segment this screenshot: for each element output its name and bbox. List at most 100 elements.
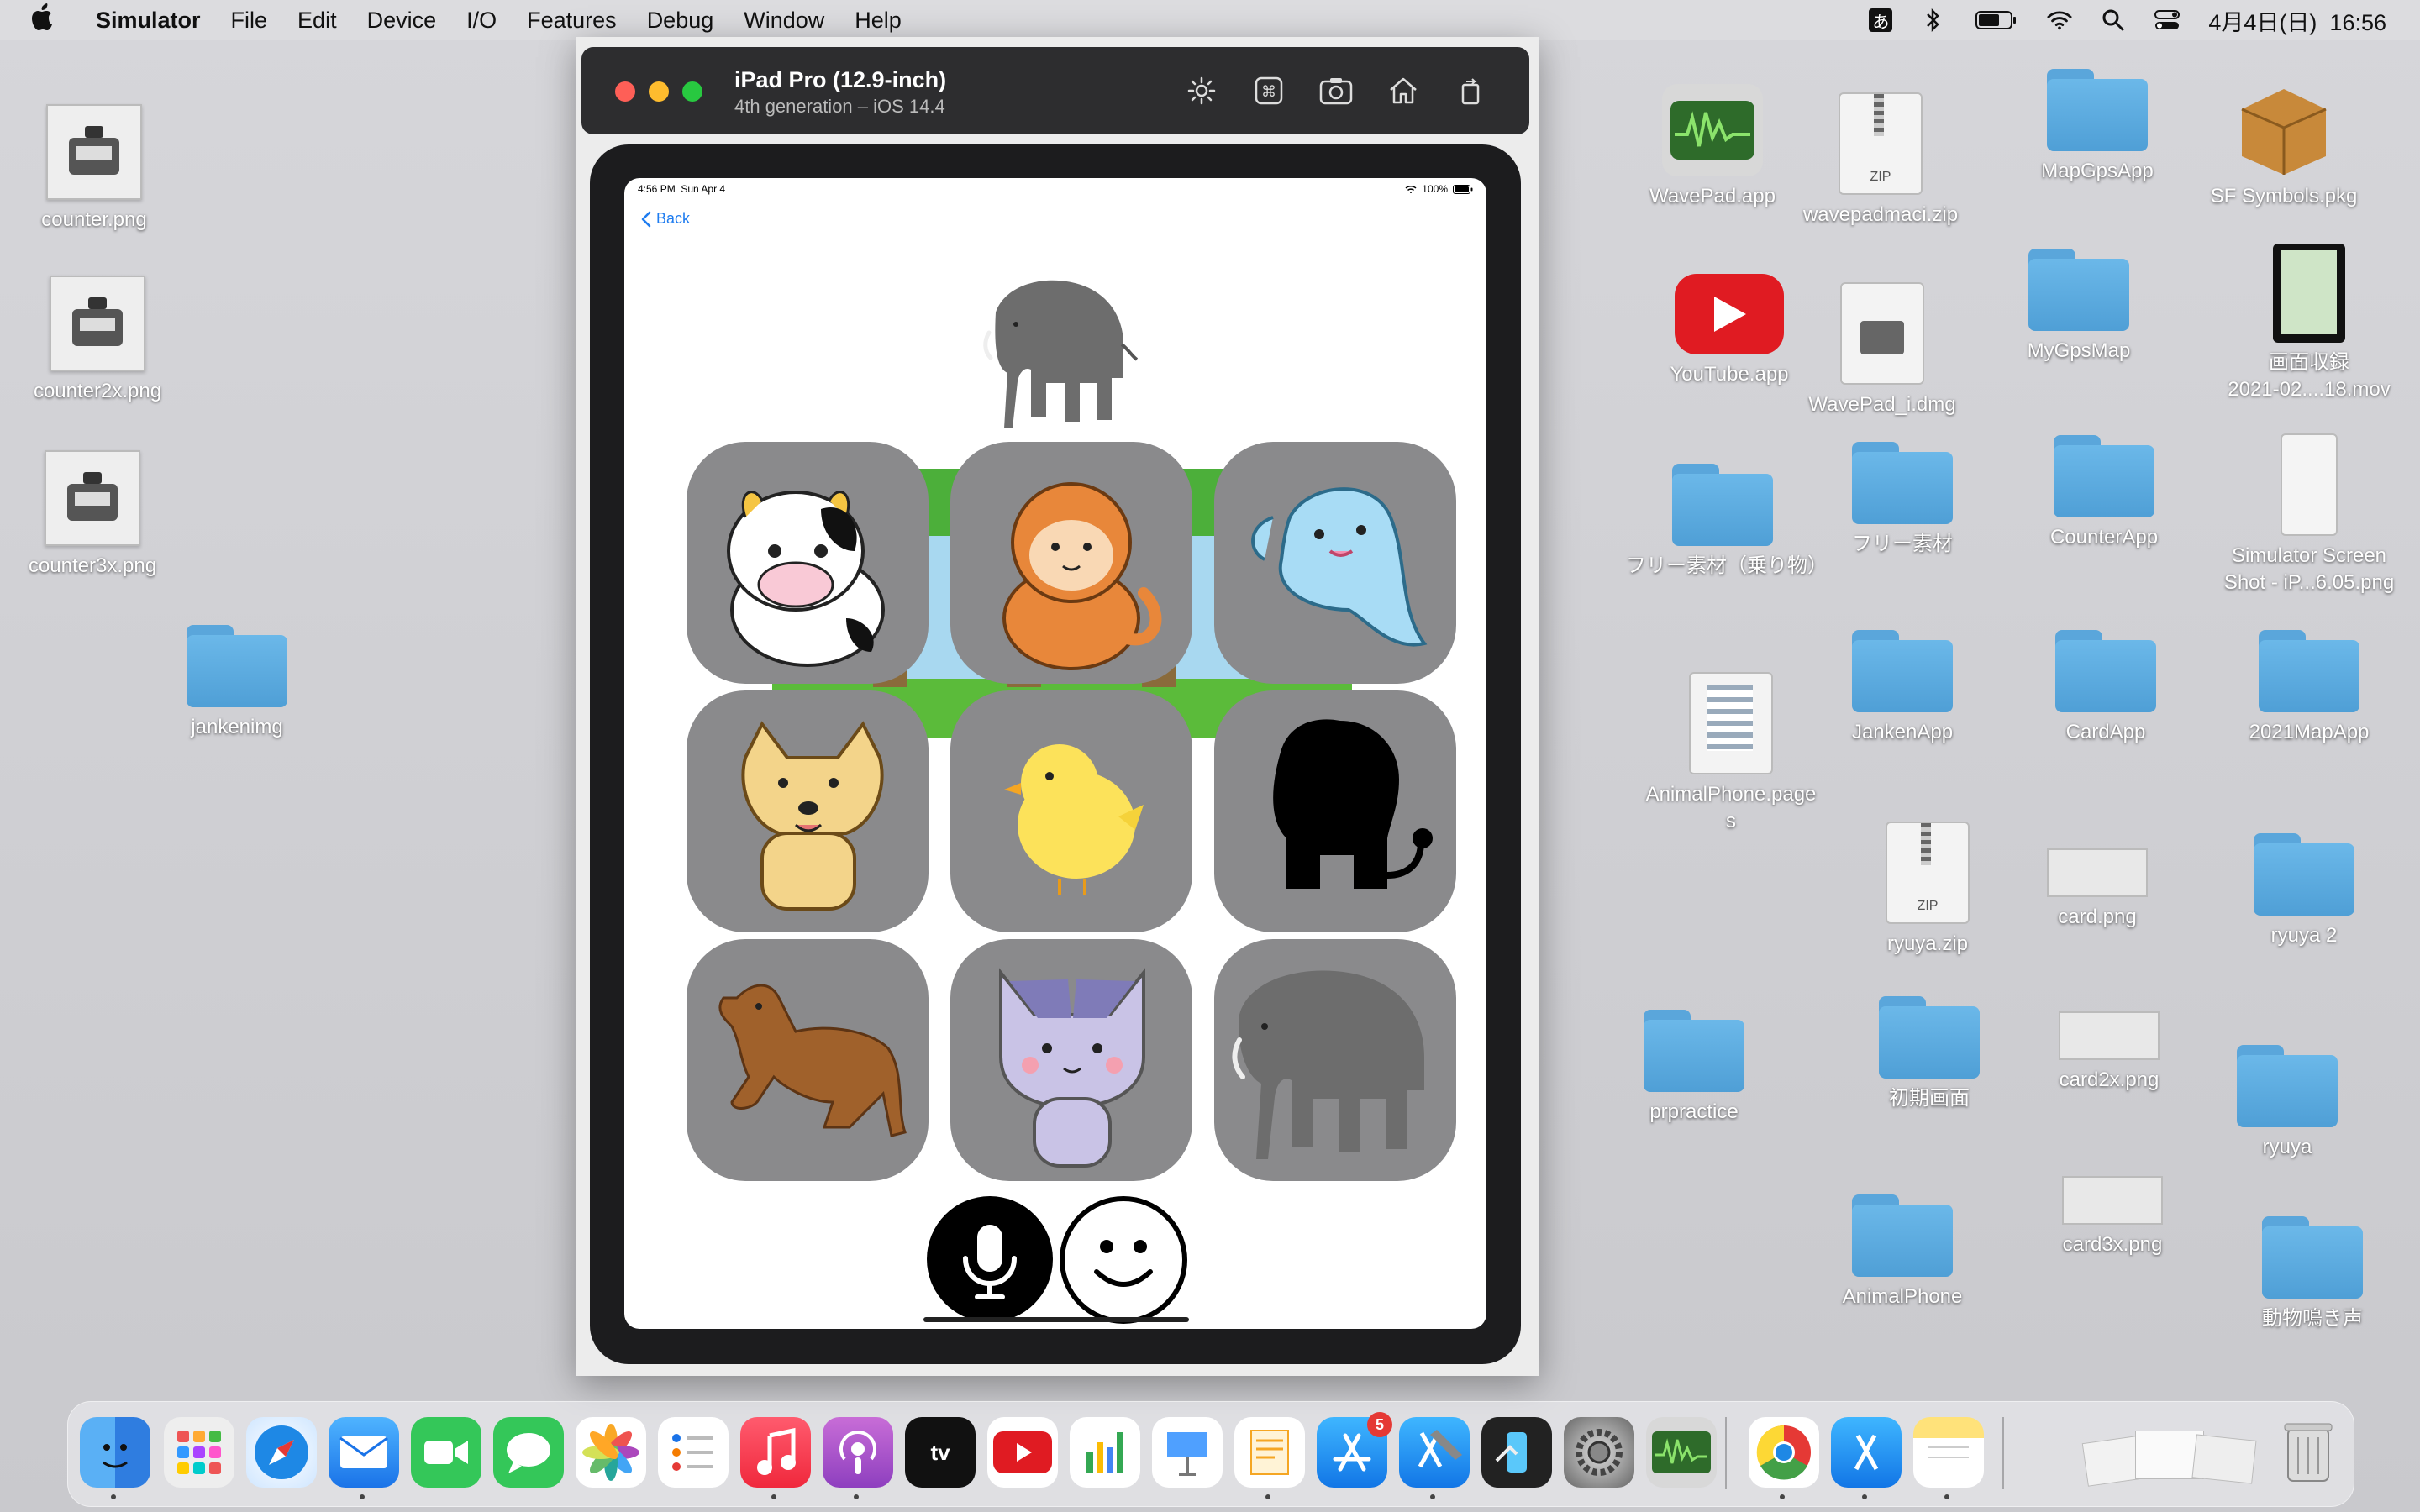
desktop-file-simulator-screenshot[interactable]: Simulator Screen Shot - iP...6.05.png <box>2224 433 2394 596</box>
running-indicator <box>1780 1494 1785 1499</box>
animal-button-elephant[interactable] <box>1214 939 1456 1181</box>
desktop-folder-initial-screen[interactable]: 初期画面 <box>1845 996 2013 1112</box>
desktop-icon-counter3x-png[interactable]: counter3x.png <box>8 450 176 580</box>
dock-finder-icon[interactable] <box>80 1417 150 1488</box>
back-button[interactable]: Back <box>641 210 690 228</box>
menu-debug[interactable]: Debug <box>647 8 714 34</box>
command-key-icon[interactable]: ⌘ <box>1252 74 1286 108</box>
cow-image <box>727 491 885 667</box>
dock-simulator-icon[interactable] <box>1481 1417 1552 1488</box>
battery-icon[interactable] <box>1975 8 2018 33</box>
dock-pages-icon[interactable] <box>1234 1417 1305 1488</box>
home-icon[interactable] <box>1386 74 1420 108</box>
desktop-folder-free-material[interactable]: フリー素材 <box>1818 442 1986 558</box>
menu-file[interactable]: File <box>231 8 268 34</box>
dock-photos-icon[interactable] <box>576 1417 646 1488</box>
desktop-file-card2x-png[interactable]: card2x.png <box>2025 1011 2193 1094</box>
desktop-folder-ryuya[interactable]: ryuya <box>2203 1045 2371 1161</box>
desktop-folder-prpractice[interactable]: prpractice <box>1610 1010 1778 1126</box>
desktop-file-sf-symbols-pkg[interactable]: SF Symbols.pkg <box>2200 76 2368 210</box>
dock-chrome-icon[interactable] <box>1749 1417 1819 1488</box>
bluetooth-icon[interactable] <box>1921 8 1946 33</box>
desktop-file-card-png[interactable]: card.png <box>2013 848 2181 931</box>
running-indicator <box>111 1494 116 1499</box>
desktop-folder-cardapp[interactable]: CardApp <box>2022 630 2190 746</box>
folder-label: JankenApp <box>1851 721 1954 743</box>
apple-menu-icon[interactable] <box>32 3 66 37</box>
screenshot-camera-icon[interactable] <box>1319 74 1353 108</box>
animal-button-chick[interactable] <box>950 690 1192 932</box>
desktop-folder-mapgpsapp[interactable]: MapGpsApp <box>2013 69 2181 185</box>
menu-help[interactable]: Help <box>855 8 902 34</box>
dock-xcode-icon[interactable] <box>1399 1417 1470 1488</box>
desktop-folder-ryuya-2[interactable]: ryuya 2 <box>2220 833 2388 949</box>
dock-system-preferences-icon[interactable] <box>1564 1417 1634 1488</box>
home-indicator[interactable] <box>923 1317 1189 1322</box>
desktop-folder-counterapp[interactable]: CounterApp <box>2020 435 2188 551</box>
zip-file-icon: ZIP <box>1886 822 1970 924</box>
desktop-icon-counter-png[interactable]: counter.png <box>10 104 178 234</box>
animal-button-cow[interactable] <box>687 442 929 684</box>
dock-podcasts-icon[interactable] <box>823 1417 893 1488</box>
desktop-file-card3x-png[interactable]: card3x.png <box>2028 1176 2196 1258</box>
desktop-folder-animal-sounds[interactable]: 動物鳴き声 <box>2228 1216 2396 1332</box>
dock-safari-icon[interactable] <box>246 1417 317 1488</box>
desktop-app-youtube[interactable]: YouTube.app <box>1645 274 1813 388</box>
animal-button-cat[interactable] <box>950 939 1192 1181</box>
running-indicator <box>1430 1494 1435 1499</box>
desktop-icon-counter2x-png[interactable]: counter2x.png <box>13 276 182 405</box>
animal-button-horse[interactable] <box>687 939 929 1181</box>
dock-messages-icon[interactable] <box>493 1417 564 1488</box>
app-menu-simulator[interactable]: Simulator <box>96 8 201 34</box>
spotlight-search-icon[interactable] <box>2101 8 2126 33</box>
dock-launchpad-icon[interactable] <box>164 1417 234 1488</box>
dock-downloads-stack[interactable] <box>2068 1419 2270 1491</box>
dock-apple-tv-icon[interactable]: tv <box>905 1417 976 1488</box>
dock-trash-icon[interactable] <box>2273 1417 2344 1488</box>
menu-edit[interactable]: Edit <box>297 8 337 34</box>
menu-io[interactable]: I/O <box>466 8 497 34</box>
desktop-app-wavepad[interactable]: WavePad.app <box>1628 84 1797 210</box>
animal-button-lion-silhouette[interactable] <box>1214 690 1456 932</box>
folder-icon <box>2254 833 2354 916</box>
desktop-folder-animalphone[interactable]: AnimalPhone <box>1818 1194 1986 1310</box>
animal-button-monkey[interactable] <box>950 442 1192 684</box>
dock-keynote-icon[interactable] <box>1152 1417 1223 1488</box>
menu-features[interactable]: Features <box>527 8 617 34</box>
animal-button-dolphin[interactable] <box>1214 442 1456 684</box>
menubar-clock[interactable]: 4月4日(日) 16:56 <box>2208 4 2386 37</box>
desktop-folder-free-vehicles[interactable]: フリー素材（乗り物） <box>1626 464 1828 580</box>
rotate-icon[interactable] <box>1454 74 1487 108</box>
brightness-icon[interactable] <box>1185 74 1218 108</box>
desktop-folder-jankenimg[interactable]: jankenimg <box>153 625 321 741</box>
window-close-button[interactable] <box>615 81 635 102</box>
dock-notes-icon[interactable] <box>1913 1417 1984 1488</box>
animal-button-dog[interactable] <box>687 690 929 932</box>
dock-music-icon[interactable] <box>740 1417 811 1488</box>
dock-youtube-icon[interactable] <box>987 1417 1058 1488</box>
dock-reminders-icon[interactable] <box>658 1417 729 1488</box>
desktop-file-ryuya-zip[interactable]: ZIP ryuya.zip <box>1844 822 2012 958</box>
dock-mail-icon[interactable] <box>329 1417 399 1488</box>
window-minimize-button[interactable] <box>649 81 669 102</box>
desktop-folder-jankenapp[interactable]: JankenApp <box>1818 630 1986 746</box>
dock-facetime-icon[interactable] <box>411 1417 481 1488</box>
desktop-folder-2021mapapp[interactable]: 2021MapApp <box>2225 630 2393 746</box>
menu-window[interactable]: Window <box>744 8 824 34</box>
window-zoom-button[interactable] <box>682 81 702 102</box>
desktop-file-animalphone-pages[interactable]: AnimalPhone.page s <box>1646 672 1816 835</box>
wifi-icon[interactable] <box>2047 8 2072 33</box>
dock-app-store-icon[interactable]: 5 <box>1317 1412 1392 1488</box>
desktop-folder-mygpsmap[interactable]: MyGpsMap <box>1995 249 2163 365</box>
smiley-face-button[interactable] <box>1060 1196 1187 1324</box>
input-method-icon[interactable]: あ <box>1869 8 1893 32</box>
dock-wavepad-icon[interactable] <box>1646 1417 1717 1488</box>
desktop-file-wavepadmaci-zip[interactable]: ZIP wavepadmaci.zip <box>1797 92 1965 228</box>
dock-numbers-icon[interactable] <box>1070 1417 1140 1488</box>
dock-xcode-recent-icon[interactable] <box>1831 1417 1902 1488</box>
desktop-file-wavepad-dmg[interactable]: WavePad_i.dmg <box>1798 282 1966 418</box>
microphone-button[interactable] <box>927 1196 1053 1322</box>
control-center-icon[interactable] <box>2154 8 2181 33</box>
menu-device[interactable]: Device <box>367 8 437 34</box>
desktop-file-screen-recording-mov[interactable]: 画面収録 2021-02....18.mov <box>2225 244 2393 403</box>
